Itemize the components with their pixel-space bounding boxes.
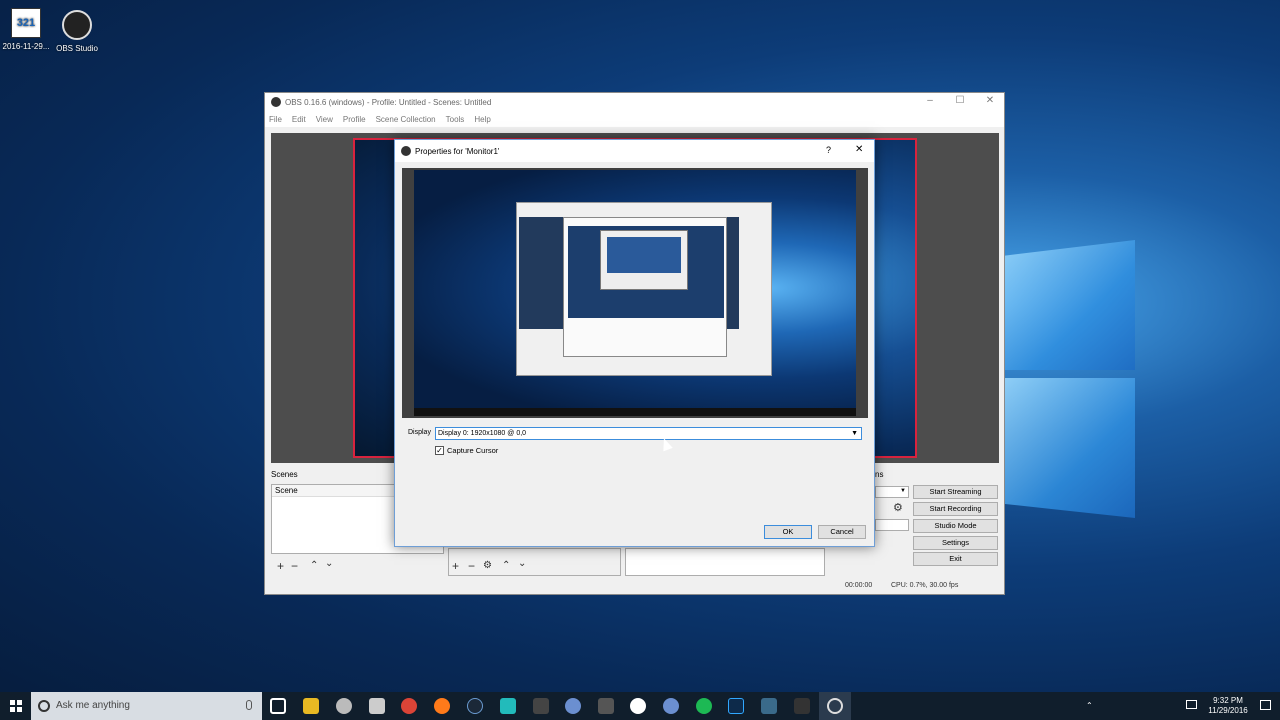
obs-logo-icon bbox=[62, 10, 92, 40]
chat-icon[interactable] bbox=[630, 698, 646, 714]
capture-cursor-checkbox[interactable]: ✓ bbox=[435, 446, 444, 455]
nested-capture bbox=[600, 230, 688, 290]
transition-select[interactable]: ▼ bbox=[875, 486, 909, 498]
menu-edit[interactable]: Edit bbox=[292, 115, 306, 124]
search-placeholder: Ask me anything bbox=[56, 700, 130, 711]
task-view-icon[interactable] bbox=[270, 698, 286, 714]
move-down-icon[interactable]: ⌄ bbox=[325, 559, 333, 569]
remove-scene-icon[interactable]: − bbox=[291, 560, 298, 572]
settings-button[interactable]: Settings bbox=[913, 536, 998, 550]
app-icon[interactable] bbox=[565, 698, 581, 714]
mixer-panel bbox=[625, 548, 825, 576]
spotify-icon[interactable] bbox=[696, 698, 712, 714]
search-box[interactable]: Ask me anything bbox=[31, 692, 262, 720]
action-center-icon[interactable] bbox=[1260, 700, 1271, 710]
ok-button[interactable]: OK bbox=[764, 525, 812, 539]
scenes-title: Scenes bbox=[271, 470, 298, 479]
desktop-icon-obs[interactable]: OBS Studio bbox=[51, 10, 103, 53]
app-icon[interactable] bbox=[336, 698, 352, 714]
system-tray: ⌃ 9:32 PM 11/29/2016 bbox=[1080, 692, 1280, 720]
menu-view[interactable]: View bbox=[316, 115, 333, 124]
nested-obs-capture bbox=[516, 202, 772, 376]
display-select[interactable]: Display 0: 1920x1080 @ 0,0 ▼ bbox=[435, 427, 862, 440]
steam-icon[interactable] bbox=[467, 698, 483, 714]
duration-spinner[interactable] bbox=[875, 519, 909, 531]
monitor-capture-preview bbox=[414, 170, 856, 416]
chevron-up-icon[interactable]: ⌃ bbox=[1086, 701, 1093, 710]
properties-dialog: Properties for 'Monitor1' ? ✕ Display Di… bbox=[394, 139, 875, 547]
menu-profile[interactable]: Profile bbox=[343, 115, 366, 124]
keyboard-icon[interactable] bbox=[1186, 700, 1197, 709]
start-icon[interactable] bbox=[10, 700, 22, 712]
controls-title: ns bbox=[875, 470, 884, 479]
move-up-icon[interactable]: ⌃ bbox=[310, 561, 318, 571]
remove-source-icon[interactable]: − bbox=[468, 560, 475, 572]
menu-bar: File Edit View Profile Scene Collection … bbox=[265, 111, 1004, 127]
menu-scene-collection[interactable]: Scene Collection bbox=[376, 115, 436, 124]
display-label: Display bbox=[408, 429, 431, 436]
cpu-fps: CPU: 0.7%, 30.00 fps bbox=[891, 582, 959, 589]
obs-taskbar-item[interactable] bbox=[819, 692, 851, 720]
close-button[interactable]: ✕ bbox=[975, 95, 1005, 111]
add-scene-icon[interactable]: + bbox=[277, 560, 284, 572]
menu-file[interactable]: File bbox=[269, 115, 282, 124]
file-explorer-icon[interactable] bbox=[303, 698, 319, 714]
obs-logo-icon bbox=[271, 97, 281, 107]
exit-button[interactable]: Exit bbox=[913, 552, 998, 566]
studio-mode-button[interactable]: Studio Mode bbox=[913, 519, 998, 533]
gear-icon[interactable]: ⚙ bbox=[483, 561, 492, 571]
clock[interactable]: 9:32 PM 11/29/2016 bbox=[1202, 696, 1254, 716]
desktop-icon-label: 2016-11-29... bbox=[2, 42, 50, 51]
calculator-icon[interactable] bbox=[369, 698, 385, 714]
capture-cursor-label: Capture Cursor bbox=[447, 446, 499, 455]
start-streaming-button[interactable]: Start Streaming bbox=[913, 485, 998, 499]
move-up-icon[interactable]: ⌃ bbox=[502, 561, 510, 571]
maximize-button[interactable]: ☐ bbox=[945, 95, 975, 111]
obs-logo-icon bbox=[401, 146, 411, 156]
captured-taskbar bbox=[414, 408, 856, 416]
chevron-down-icon: ▼ bbox=[851, 430, 858, 437]
obs-logo-icon bbox=[827, 698, 843, 714]
menu-tools[interactable]: Tools bbox=[446, 115, 465, 124]
microphone-icon[interactable] bbox=[246, 700, 252, 710]
video-editor-icon[interactable] bbox=[598, 698, 614, 714]
dialog-title: Properties for 'Monitor1' bbox=[415, 146, 500, 156]
app-icon[interactable] bbox=[761, 698, 777, 714]
app-icon[interactable] bbox=[533, 698, 549, 714]
clock-date: 11/29/2016 bbox=[1208, 706, 1248, 715]
menu-help[interactable]: Help bbox=[474, 115, 490, 124]
app-icon[interactable] bbox=[663, 698, 679, 714]
cortana-icon bbox=[38, 700, 50, 712]
start-recording-button[interactable]: Start Recording bbox=[913, 502, 998, 516]
unity-icon[interactable] bbox=[794, 698, 810, 714]
close-icon[interactable]: ✕ bbox=[855, 144, 863, 155]
window-title: OBS 0.16.6 (windows) - Profile: Untitled… bbox=[285, 97, 492, 107]
title-bar: OBS 0.16.6 (windows) - Profile: Untitled… bbox=[265, 93, 1004, 111]
display-value: Display 0: 1920x1080 @ 0,0 bbox=[438, 430, 527, 437]
nested-properties-capture bbox=[563, 217, 727, 357]
cancel-button[interactable]: Cancel bbox=[818, 525, 866, 539]
minimize-button[interactable]: – bbox=[915, 95, 945, 111]
firefox-icon[interactable] bbox=[434, 698, 450, 714]
app-icon[interactable] bbox=[500, 698, 516, 714]
desktop-icon-label: OBS Studio bbox=[56, 44, 98, 53]
dialog-title-bar: Properties for 'Monitor1' ? ✕ bbox=[395, 140, 874, 162]
stream-time: 00:00:00 bbox=[845, 582, 873, 589]
video-file-icon: 321 bbox=[11, 8, 41, 38]
chrome-icon[interactable] bbox=[401, 698, 417, 714]
gear-icon[interactable]: ⚙ bbox=[893, 503, 903, 514]
taskbar: Ask me anything ⌃ 9:32 PM 11/29/2016 bbox=[0, 692, 1280, 720]
add-source-icon[interactable]: + bbox=[452, 560, 459, 572]
dialog-preview bbox=[402, 168, 868, 418]
clock-time: 9:32 PM bbox=[1213, 696, 1243, 705]
help-button[interactable]: ? bbox=[826, 145, 831, 155]
windows-logo-wallpaper bbox=[1005, 230, 1140, 530]
move-down-icon[interactable]: ⌄ bbox=[518, 559, 526, 569]
status-bar: 00:00:00 CPU: 0.7%, 30.00 fps bbox=[265, 580, 1004, 594]
photoshop-icon[interactable] bbox=[728, 698, 744, 714]
desktop-icon-video[interactable]: 321 2016-11-29... bbox=[0, 8, 52, 51]
